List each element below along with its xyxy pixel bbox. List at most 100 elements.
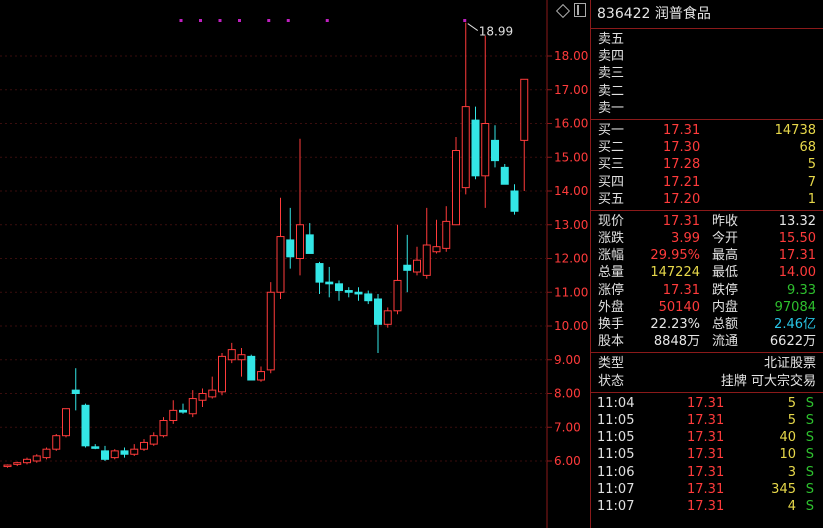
candle-body: [393, 279, 402, 312]
buy-row: 买一 17.31 14738: [591, 122, 823, 139]
candle-body: [91, 446, 100, 449]
candlestick-chart[interactable]: 18.00 17.00 16.00 15.00 14.00 13.00 12.00 11.00…: [0, 0, 590, 528]
buy-price: 17.31: [663, 122, 701, 138]
trade-volume: 10: [779, 447, 796, 463]
sell-label: 卖一: [598, 100, 625, 116]
trade-price: 17.31: [687, 498, 725, 514]
candle-body: [159, 420, 168, 437]
candle-body: [218, 355, 226, 393]
stat-value: 29.95%: [650, 248, 700, 264]
stat-label: 涨幅: [598, 248, 625, 264]
candle-body: [325, 281, 334, 285]
stat-row: 涨停 17.31 跌停 9.33: [591, 282, 823, 299]
candle-body: [81, 404, 90, 447]
buy-volume: 1: [807, 191, 816, 207]
stat-label: 总额: [712, 317, 739, 332]
sell-row: 卖四: [591, 48, 823, 65]
candle-body: [198, 393, 207, 401]
trade-row: 11:06 17.31 3 S: [591, 464, 823, 481]
stat-label: 跌停: [712, 282, 739, 298]
candle-body: [169, 409, 178, 421]
trade-row: 11:04 17.31 5 S: [591, 395, 823, 412]
event-marker: [325, 19, 329, 22]
diamond-icon[interactable]: [555, 3, 571, 18]
stat-row: 涨跌 3.99 今开 15.50: [591, 230, 823, 247]
stat-value: 17.31: [662, 213, 700, 229]
candle-body: [442, 220, 451, 249]
stat-label: 换手: [598, 317, 625, 332]
buy-price: 17.21: [663, 174, 701, 190]
candle-body: [266, 291, 275, 371]
y-tick-label: 7.00: [554, 420, 581, 434]
trade-row: 11:05 17.31 5 S: [591, 412, 823, 429]
stat-label: 涨跌: [598, 231, 625, 247]
stat-label: 涨停: [598, 282, 625, 298]
trade-price: 17.31: [687, 412, 725, 428]
candle-body: [471, 119, 480, 177]
candle-body: [247, 355, 256, 381]
candle-body: [149, 435, 158, 445]
sell-row: 卖一: [591, 100, 823, 117]
trade-row: 11:07 17.31 4 S: [591, 498, 823, 515]
trade-time: 11:07: [597, 498, 635, 514]
candle-body: [3, 464, 12, 468]
panel-toggle-icon[interactable]: [574, 3, 586, 17]
stat-label: 今开: [712, 231, 739, 247]
candle-body: [383, 310, 392, 325]
info-row: 类型 北证股票: [591, 355, 823, 372]
candle-body: [481, 123, 490, 177]
y-tick-label: 14.00: [554, 184, 588, 198]
buy-row: 买四 17.21 7: [591, 174, 823, 191]
trade-time: 11:05: [597, 447, 635, 463]
stat-label: 最低: [712, 265, 739, 281]
candle-body: [286, 239, 295, 258]
stat-label: 最高: [712, 248, 739, 264]
y-tick-label: 8.00: [554, 387, 581, 401]
candle-body: [120, 450, 129, 455]
trade-volume: 5: [787, 412, 796, 428]
trade-row: 11:05 17.31 10 S: [591, 446, 823, 463]
candle-body: [71, 389, 80, 394]
sell-orders: 卖五 卖四 卖三 卖二 卖一: [591, 29, 823, 120]
info-block: 类型 北证股票 状态 挂牌 可大宗交易: [591, 353, 823, 393]
buy-label: 买五: [598, 191, 625, 207]
chart-svg[interactable]: 18.00 17.00 16.00 15.00 14.00 13.00 12.00 11.00…: [0, 0, 590, 528]
info-label: 状态: [598, 373, 625, 389]
stat-label: 现价: [598, 213, 625, 229]
stat-label: 流通: [712, 334, 739, 350]
candle-body: [491, 139, 499, 162]
event-marker: [179, 19, 183, 22]
y-tick-label: 13.00: [554, 218, 588, 232]
stat-value: 147224: [650, 265, 700, 281]
trade-side: S: [805, 430, 814, 446]
candle-body: [32, 455, 41, 462]
y-tick-label: 6.00: [554, 454, 581, 468]
buy-row: 买二 17.30 68: [591, 139, 823, 156]
candle-body: [296, 224, 304, 259]
trade-time: 11:06: [597, 464, 635, 480]
trade-price: 17.31: [687, 430, 725, 446]
sell-label: 卖二: [598, 83, 625, 99]
candle-body: [344, 290, 353, 293]
buy-label: 买四: [598, 174, 625, 190]
stats-block: 现价 17.31 昨收 13.32 涨跌 3.99 今开 15.50 涨幅 29.95% 最高 17.…: [591, 211, 823, 354]
candle-body: [276, 236, 285, 293]
stat-value: 8848万: [653, 334, 700, 350]
stat-row: 外盘 50140 内盘 97084: [591, 299, 823, 316]
trade-row: 11:07 17.31 345 S: [591, 481, 823, 498]
y-tick-label: 12.00: [554, 252, 588, 266]
stat-value: 17.31: [662, 282, 700, 298]
buy-row: 买五 17.20 1: [591, 191, 823, 208]
y-tick-label: 15.00: [554, 150, 588, 164]
buy-orders: 买一 17.31 14738 买二 17.30 68 买三 17.28 5 买四 17.21 7 买五 1…: [591, 120, 823, 211]
candle-body: [62, 408, 70, 437]
candle-body: [237, 354, 246, 361]
trade-side: S: [805, 447, 814, 463]
event-marker: [286, 19, 290, 22]
event-marker: [218, 19, 222, 22]
stat-value: 9.33: [787, 282, 816, 298]
candle-body: [257, 371, 265, 381]
sell-label: 卖三: [598, 66, 625, 82]
stat-label: 外盘: [598, 299, 625, 315]
trade-time: 11:04: [597, 395, 635, 411]
